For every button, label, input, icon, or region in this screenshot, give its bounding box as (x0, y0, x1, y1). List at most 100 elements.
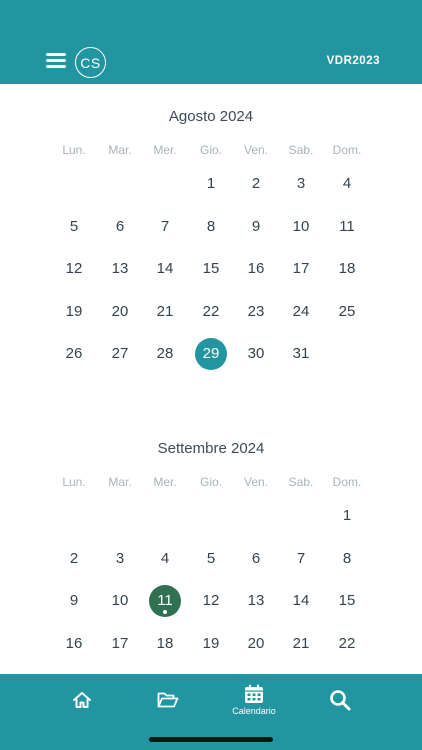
calendar-day[interactable]: 17 (285, 253, 317, 285)
tab-search[interactable] (320, 674, 360, 726)
weekday-label: Mer. (153, 143, 177, 157)
calendar-day[interactable]: 19 (195, 628, 227, 660)
month-title: Agosto 2024 (168, 108, 254, 125)
hamburger-menu-icon[interactable] (46, 53, 66, 69)
calendar-day[interactable]: 13 (240, 585, 272, 617)
calendar-day[interactable]: 18 (149, 628, 181, 660)
calendar-day[interactable]: 24 (285, 296, 317, 328)
calendar-day[interactable]: 7 (149, 211, 181, 243)
header-code: VDR2023 (326, 55, 380, 67)
calendar-day[interactable]: 12 (58, 253, 90, 285)
calendar-day-today[interactable]: 11 (149, 585, 181, 617)
calendar-day[interactable]: 28 (149, 338, 181, 370)
calendar-day[interactable]: 1 (195, 168, 227, 200)
calendar-day[interactable]: 22 (195, 296, 227, 328)
calendar-day[interactable]: 5 (195, 543, 227, 575)
home-indicator (149, 737, 273, 742)
search-icon (330, 690, 351, 711)
calendar-day[interactable]: 17 (104, 628, 136, 660)
tab-calendar[interactable]: Calendario (224, 674, 284, 726)
tab-home[interactable] (62, 674, 102, 726)
calendar-day[interactable]: 14 (285, 585, 317, 617)
calendar-day[interactable]: 13 (104, 253, 136, 285)
calendar-day[interactable]: 1 (331, 500, 363, 532)
calendar-day[interactable]: 10 (104, 585, 136, 617)
calendar-day[interactable]: 15 (195, 253, 227, 285)
calendar-day[interactable]: 6 (240, 543, 272, 575)
calendar-icon (245, 684, 263, 703)
weekday-label: Ven. (243, 475, 269, 489)
day-number: 6 (115, 217, 125, 235)
day-number: 8 (206, 217, 216, 235)
avatar[interactable]: CS (75, 47, 106, 78)
weekday-label: Mar. (108, 475, 132, 489)
day-number: 23 (247, 302, 265, 320)
day-number: 12 (202, 592, 220, 609)
day-number: 7 (160, 217, 170, 235)
calendar-day[interactable]: 7 (285, 543, 317, 575)
day-number: 3 (115, 549, 125, 567)
calendar-day[interactable]: 16 (240, 253, 272, 285)
calendar-day[interactable]: 27 (104, 338, 136, 370)
calendar-day[interactable]: 9 (240, 211, 272, 243)
calendar-day[interactable]: 30 (240, 338, 272, 370)
day-number: 15 (202, 260, 220, 277)
weekday-label: Gio. (199, 143, 222, 157)
tab-documents[interactable] (148, 674, 188, 726)
day-number: 14 (292, 592, 310, 609)
weekday-label: Gio. (199, 475, 222, 489)
calendar-day[interactable]: 10 (285, 211, 317, 243)
day-number: 1 (206, 175, 216, 192)
day-number: 4 (160, 549, 170, 567)
calendar-day-selected[interactable]: 29 (195, 338, 227, 370)
day-number: 5 (206, 549, 216, 567)
calendar-day[interactable]: 12 (195, 585, 227, 617)
day-number: 9 (251, 217, 261, 235)
tab-calendar-label: Calendario (232, 706, 276, 716)
month-august: Agosto 2024 Lun. Mar. Mer. Gio. Ven. Sab. Dom.… (0, 84, 422, 384)
calendar-day[interactable]: 16 (58, 628, 90, 660)
calendar-day[interactable]: 31 (285, 338, 317, 370)
day-number: 25 (338, 302, 356, 320)
day-number: 13 (247, 592, 265, 609)
calendar-day[interactable]: 5 (58, 211, 90, 243)
weekday-label: Dom. (332, 475, 362, 489)
day-number: 1 (342, 507, 352, 524)
calendar-day[interactable]: 23 (240, 296, 272, 328)
calendar-day[interactable]: 2 (240, 168, 272, 200)
calendar-day[interactable]: 11 (331, 211, 363, 243)
calendar-day[interactable]: 6 (104, 211, 136, 243)
day-number: 17 (292, 260, 310, 277)
day-number: 22 (202, 302, 220, 320)
calendar-scroll-area[interactable]: Agosto 2024 Lun. Mar. Mer. Gio. Ven. Sab. Dom.… (0, 84, 422, 674)
calendar-day[interactable]: 8 (195, 211, 227, 243)
calendar-day[interactable]: 18 (331, 253, 363, 285)
calendar-day[interactable]: 26 (58, 338, 90, 370)
weekday-label: Sab. (288, 475, 314, 489)
calendar-day[interactable]: 4 (149, 543, 181, 575)
calendar-day[interactable]: 19 (58, 296, 90, 328)
day-number: 30 (247, 345, 265, 362)
calendar-day[interactable]: 9 (58, 585, 90, 617)
day-number: 28 (156, 345, 174, 362)
calendar-day[interactable]: 25 (331, 296, 363, 328)
calendar-day[interactable]: 15 (331, 585, 363, 617)
day-number: 22 (338, 634, 356, 652)
calendar-day[interactable]: 2 (58, 543, 90, 575)
calendar-day[interactable]: 4 (331, 168, 363, 200)
calendar-day[interactable]: 14 (149, 253, 181, 285)
calendar-day[interactable]: 3 (285, 168, 317, 200)
day-number: 2 (251, 175, 261, 192)
day-number: 10 (111, 592, 129, 609)
weekday-label: Lun. (62, 475, 86, 489)
calendar-day[interactable]: 8 (331, 543, 363, 575)
calendar-day[interactable]: 3 (104, 543, 136, 575)
event-dot (163, 610, 167, 614)
calendar-day[interactable]: 22 (331, 628, 363, 660)
day-number: 6 (251, 549, 261, 567)
day-number: 21 (156, 302, 174, 320)
calendar-day[interactable]: 20 (240, 628, 272, 660)
calendar-day[interactable]: 21 (285, 628, 317, 660)
calendar-day[interactable]: 20 (104, 296, 136, 328)
calendar-day[interactable]: 21 (149, 296, 181, 328)
